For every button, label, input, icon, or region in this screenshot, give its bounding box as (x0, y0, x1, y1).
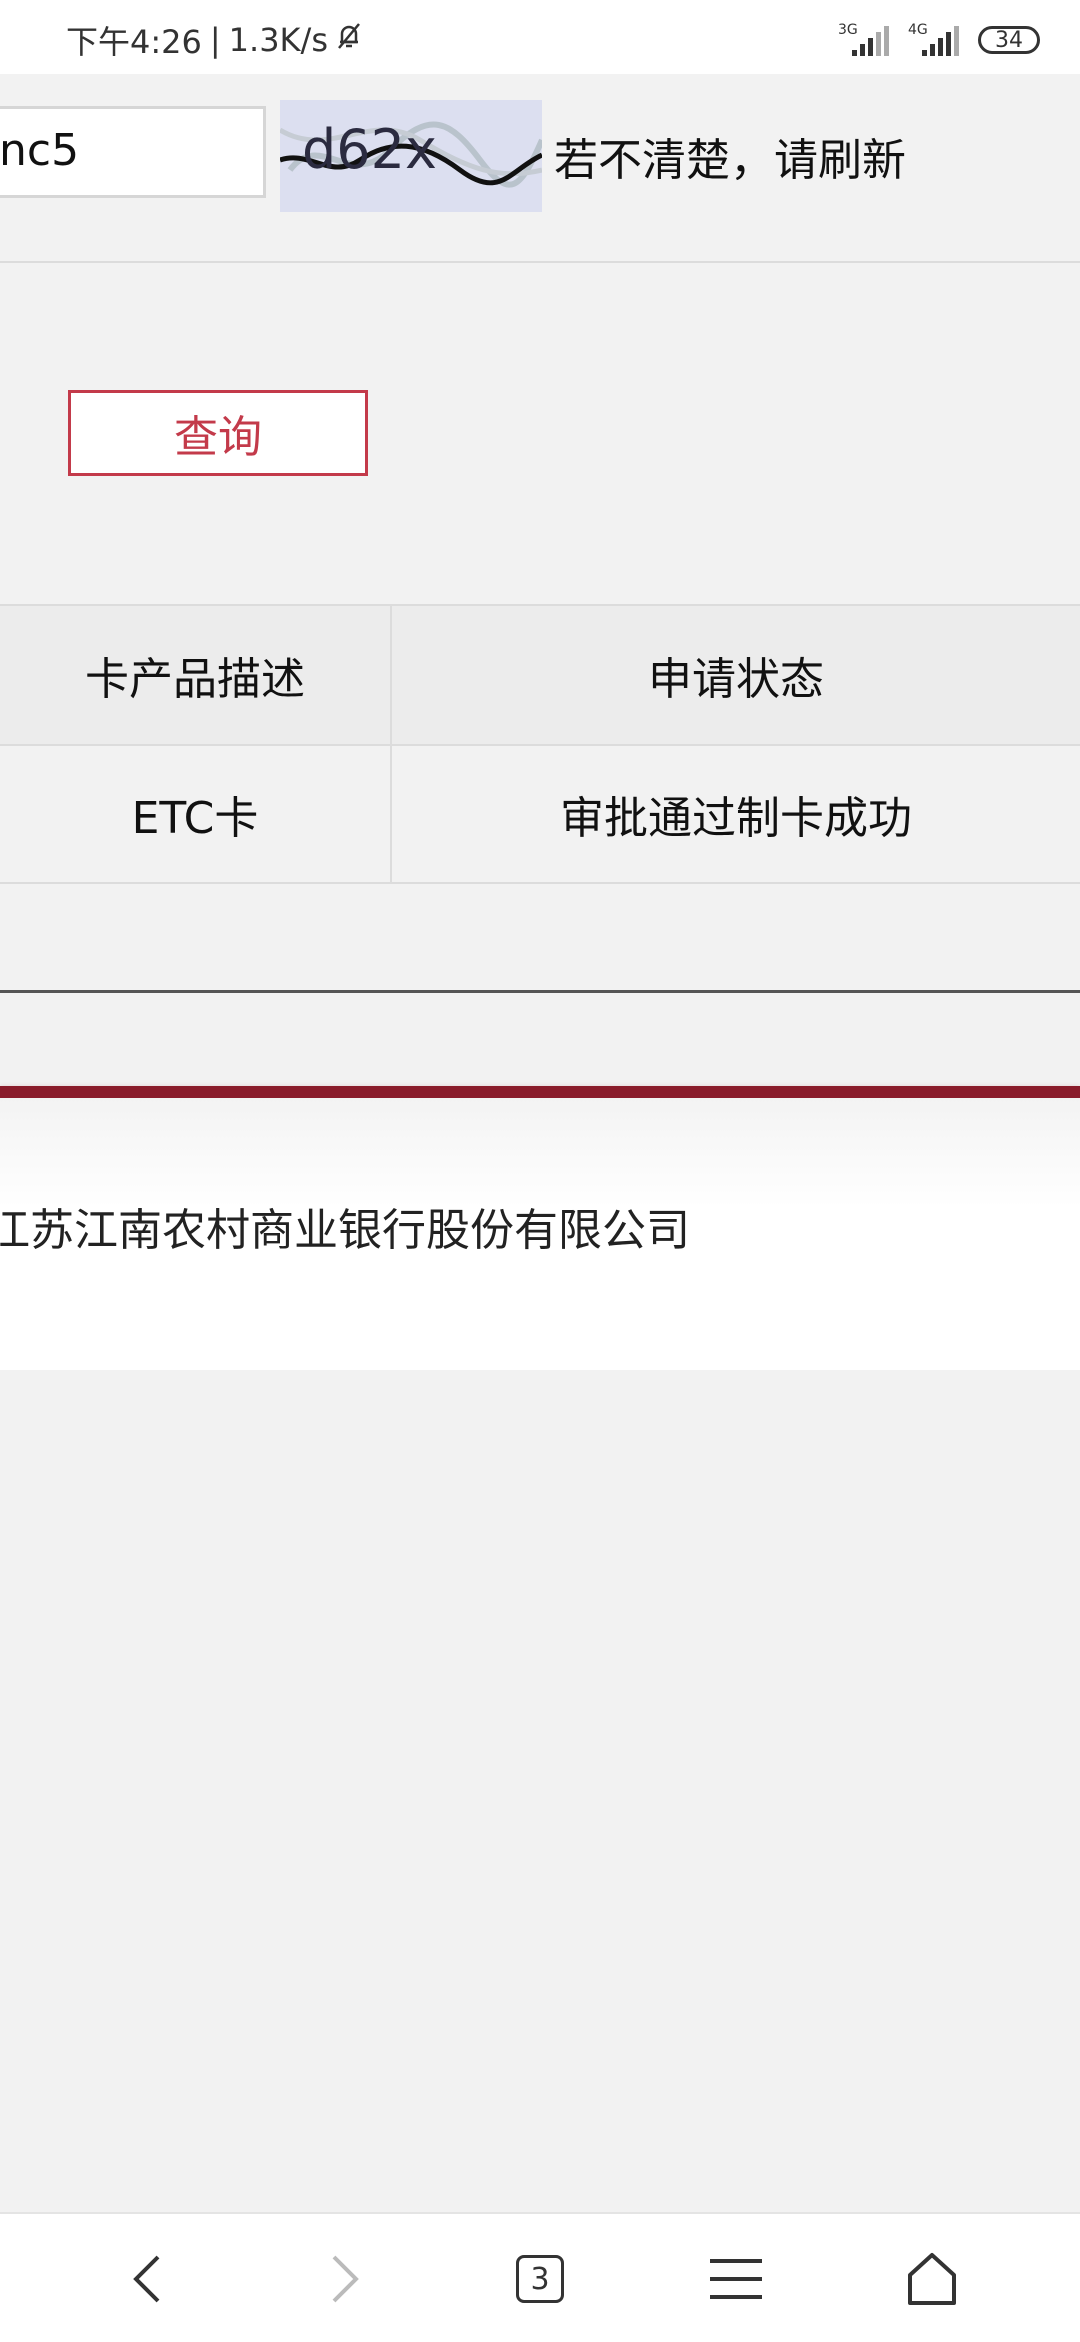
browser-bottom-nav: 3 (0, 2212, 1080, 2342)
menu-button[interactable] (696, 2244, 776, 2314)
menu-icon (710, 2259, 762, 2299)
bell-off-icon (334, 21, 364, 59)
status-separator: | (209, 21, 221, 59)
footer: 江苏江南农村商业银行股份有限公司 (0, 1098, 1080, 1370)
status-bar: 下午4:26 | 1.3K/s 3G 4G 34 (0, 0, 1080, 74)
table-header: 卡产品描述 申请状态 (0, 606, 1080, 744)
footer-company-name: 江苏江南农村商业银行股份有限公司 (0, 1205, 690, 1256)
forward-button[interactable] (304, 2244, 384, 2314)
signal-4g-icon: 4G (908, 22, 960, 58)
query-button[interactable]: 查询 (68, 390, 368, 476)
verification-code-value: nc5 (0, 125, 80, 176)
chevron-left-icon (133, 2255, 160, 2303)
tabs-button[interactable]: 3 (500, 2244, 580, 2314)
signal-3g-icon: 3G (838, 22, 890, 58)
header-application-status: 申请状态 (648, 654, 824, 705)
clock: 下午4:26 (66, 23, 202, 61)
status-left: 下午4:26 | 1.3K/s (66, 20, 364, 61)
table-row: ETC卡 审批通过制卡成功 (0, 746, 1080, 882)
tabs-icon: 3 (516, 2255, 564, 2303)
battery-icon: 34 (978, 26, 1040, 54)
back-button[interactable] (108, 2244, 188, 2314)
captcha-image[interactable]: d62x (278, 100, 545, 212)
captcha-row: nc5 d62x 若不清楚，请刷新 (0, 74, 1080, 262)
home-icon (908, 2253, 956, 2305)
divider (0, 261, 1080, 263)
section-divider (0, 990, 1080, 993)
tab-count: 3 (530, 2261, 550, 2297)
chevron-right-icon (332, 2255, 359, 2303)
home-button[interactable] (892, 2244, 972, 2314)
captcha-char-1: d62x (302, 118, 437, 181)
cell-application-status: 审批通过制卡成功 (560, 793, 912, 844)
status-right: 3G 4G 34 (838, 20, 1040, 60)
refresh-hint[interactable]: 若不清楚，请刷新 (554, 124, 906, 188)
footer-accent-bar (0, 1086, 1080, 1098)
network-speed: 1.3K/s (228, 21, 328, 59)
table-bottom-border (0, 882, 1080, 884)
header-card-product: 卡产品描述 (85, 654, 305, 705)
verification-code-input[interactable]: nc5 (0, 106, 266, 198)
cell-card-product: ETC卡 (131, 793, 259, 844)
battery-level: 34 (995, 27, 1023, 53)
